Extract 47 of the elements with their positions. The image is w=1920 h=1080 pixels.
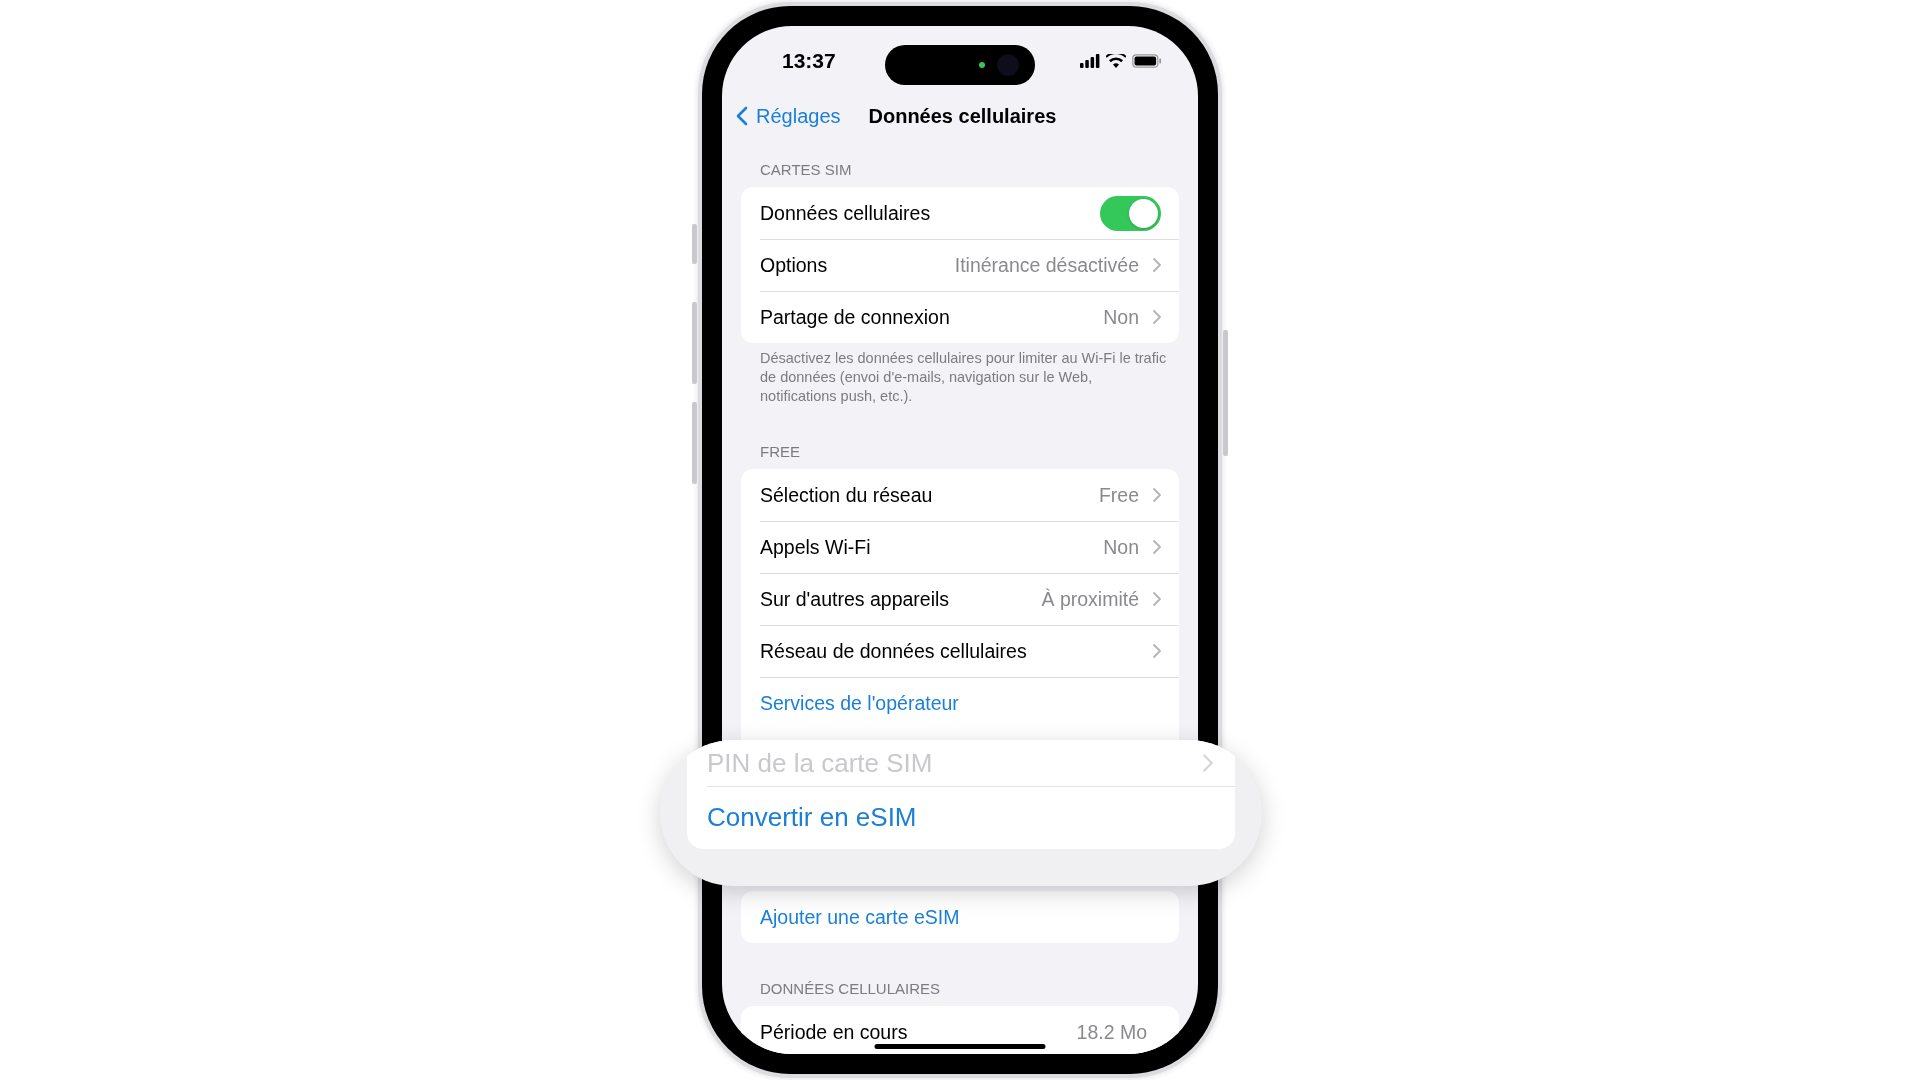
row-label: Options xyxy=(760,253,828,277)
row-label: Partage de connexion xyxy=(760,305,950,329)
settings-row[interactable]: Partage de connexion Non xyxy=(741,291,1179,343)
row-label: Services de l'opérateur xyxy=(760,691,959,715)
back-button[interactable]: Réglages xyxy=(730,104,847,128)
row-label: Sélection du réseau xyxy=(760,483,933,507)
nav-title: Données cellulaires xyxy=(868,104,1057,128)
row-label: Données cellulaires xyxy=(760,201,931,225)
link-row[interactable]: Convertir en eSIM xyxy=(687,786,1235,849)
chevron-icon xyxy=(1153,540,1161,554)
status-time: 13:37 xyxy=(782,49,836,73)
settings-row[interactable]: Données cellulaires xyxy=(741,187,1179,239)
row-label: Convertir en eSIM xyxy=(707,802,917,833)
row-value: Free xyxy=(1098,483,1139,507)
row-value: Non xyxy=(1103,535,1139,559)
row-label: Sur d'autres appareils xyxy=(760,587,950,611)
section-header: FREE xyxy=(760,443,800,461)
chevron-icon xyxy=(1153,488,1161,502)
settings-row[interactable]: Période en cours 18.2 Mo xyxy=(741,1006,1179,1054)
row-value: 18.2 Mo xyxy=(1076,1020,1147,1044)
settings-row[interactable]: Options Itinérance désactivée xyxy=(741,239,1179,291)
row-value: Itinérance désactivée xyxy=(954,253,1139,277)
chevron-icon xyxy=(1153,310,1161,324)
chevron-icon xyxy=(1153,644,1161,658)
settings-row[interactable]: Réseau de données cellulaires xyxy=(741,625,1179,677)
section-header: CARTES SIM xyxy=(760,161,852,179)
section-header: DONNÉES CELLULAIRES xyxy=(760,980,941,998)
toggle-switch[interactable] xyxy=(1100,195,1161,231)
row-label: Ajouter une carte eSIM xyxy=(760,905,960,929)
link-row[interactable]: Ajouter une carte eSIM xyxy=(741,891,1179,943)
settings-row[interactable]: Sur d'autres appareils À proximité xyxy=(741,573,1179,625)
row-label: Réseau de données cellulaires xyxy=(760,639,1027,663)
wifi-icon xyxy=(1106,54,1126,68)
settings-row[interactable]: Appels Wi-Fi Non xyxy=(741,521,1179,573)
chevron-icon xyxy=(1153,258,1161,272)
chevron-icon xyxy=(1153,592,1161,606)
link-row[interactable]: Services de l'opérateur xyxy=(741,677,1179,729)
row-label: Période en cours xyxy=(760,1020,908,1044)
chevron-icon xyxy=(1203,754,1213,772)
settings-row[interactable]: Sélection du réseau Free xyxy=(741,469,1179,521)
section-footer: Désactivez les données cellulaires pour limiter au Wi-Fi le trafic de données (envoi d'e-mails, navigation sur le Web, notifications push, etc.). xyxy=(722,343,1198,406)
battery-icon xyxy=(1132,54,1162,68)
back-chevron-icon xyxy=(736,106,748,126)
row-value: À proximité xyxy=(1041,587,1139,611)
signal-icon xyxy=(1080,54,1100,68)
row-value: Non xyxy=(1103,305,1139,329)
row-label: Appels Wi-Fi xyxy=(760,535,871,559)
